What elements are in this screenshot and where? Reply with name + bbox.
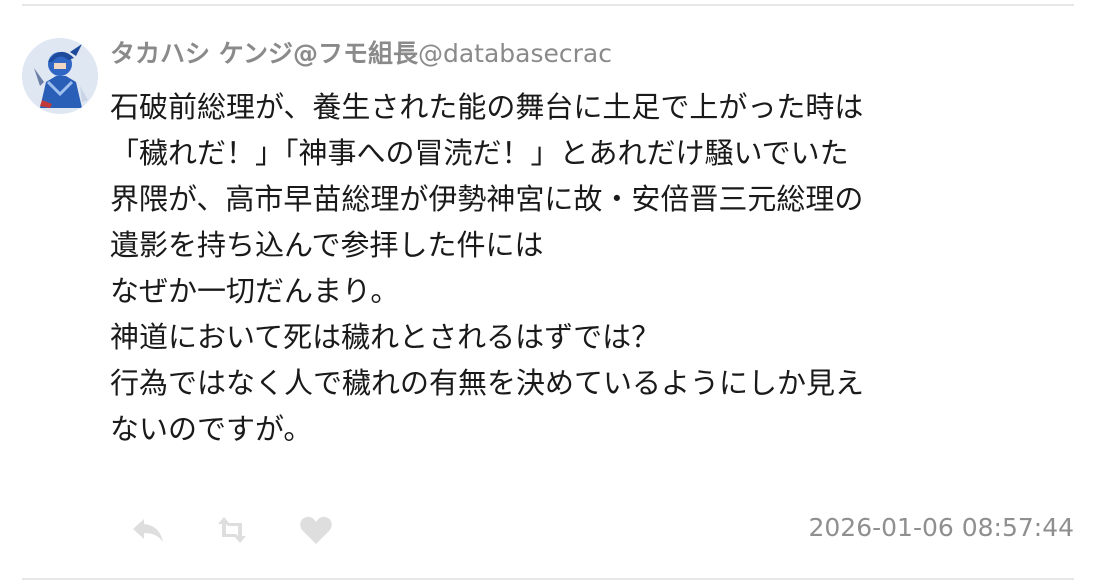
post-text-line: 行為ではなく人で穢れの有無を決めているようにしか見え [110,366,865,400]
heart-icon [300,516,332,544]
author-display-name[interactable]: タカハシ ケンジ@フモ組長 [110,39,418,68]
post-text-line: ないのですが。 [110,412,313,446]
retweet-icon [218,517,246,543]
post-card: タカハシ ケンジ@フモ組長@databasecrac 石破前総理が、養生された能… [0,0,1096,585]
post-header: タカハシ ケンジ@フモ組長@databasecrac [110,38,612,73]
post-text-line: なぜか一切だんまり。 [110,274,400,308]
post-text-line: 界隈が、高市早苗総理が伊勢神宮に故・安倍晋三元総理の [110,182,864,216]
retweet-button[interactable] [212,510,252,550]
post-text-line: 遺影を持ち込んで参拝した件には [110,228,544,262]
author-handle[interactable]: @databasecrac [418,39,612,68]
reply-button[interactable] [128,510,168,550]
avatar[interactable] [22,38,98,114]
avatar-image [22,38,98,114]
post-text-line: 神道において死は穢れとされるはずでは？ [110,320,661,354]
top-divider [22,4,1074,6]
reply-icon [133,519,163,542]
post-text: 石破前総理が、養生された能の舞台に土足で上がった時は 「穢れだ！」「神事への冒涜… [110,84,1080,452]
post-text-line: 「穢れだ！」「神事への冒涜だ！」とあれだけ騒いでいた [110,136,849,170]
post-timestamp[interactable]: 2026-01-06 08:57:44 [808,510,1074,546]
post-text-line: 石破前総理が、養生された能の舞台に土足で上がった時は [110,90,864,124]
bottom-divider [22,578,1074,580]
like-button[interactable] [296,510,336,550]
